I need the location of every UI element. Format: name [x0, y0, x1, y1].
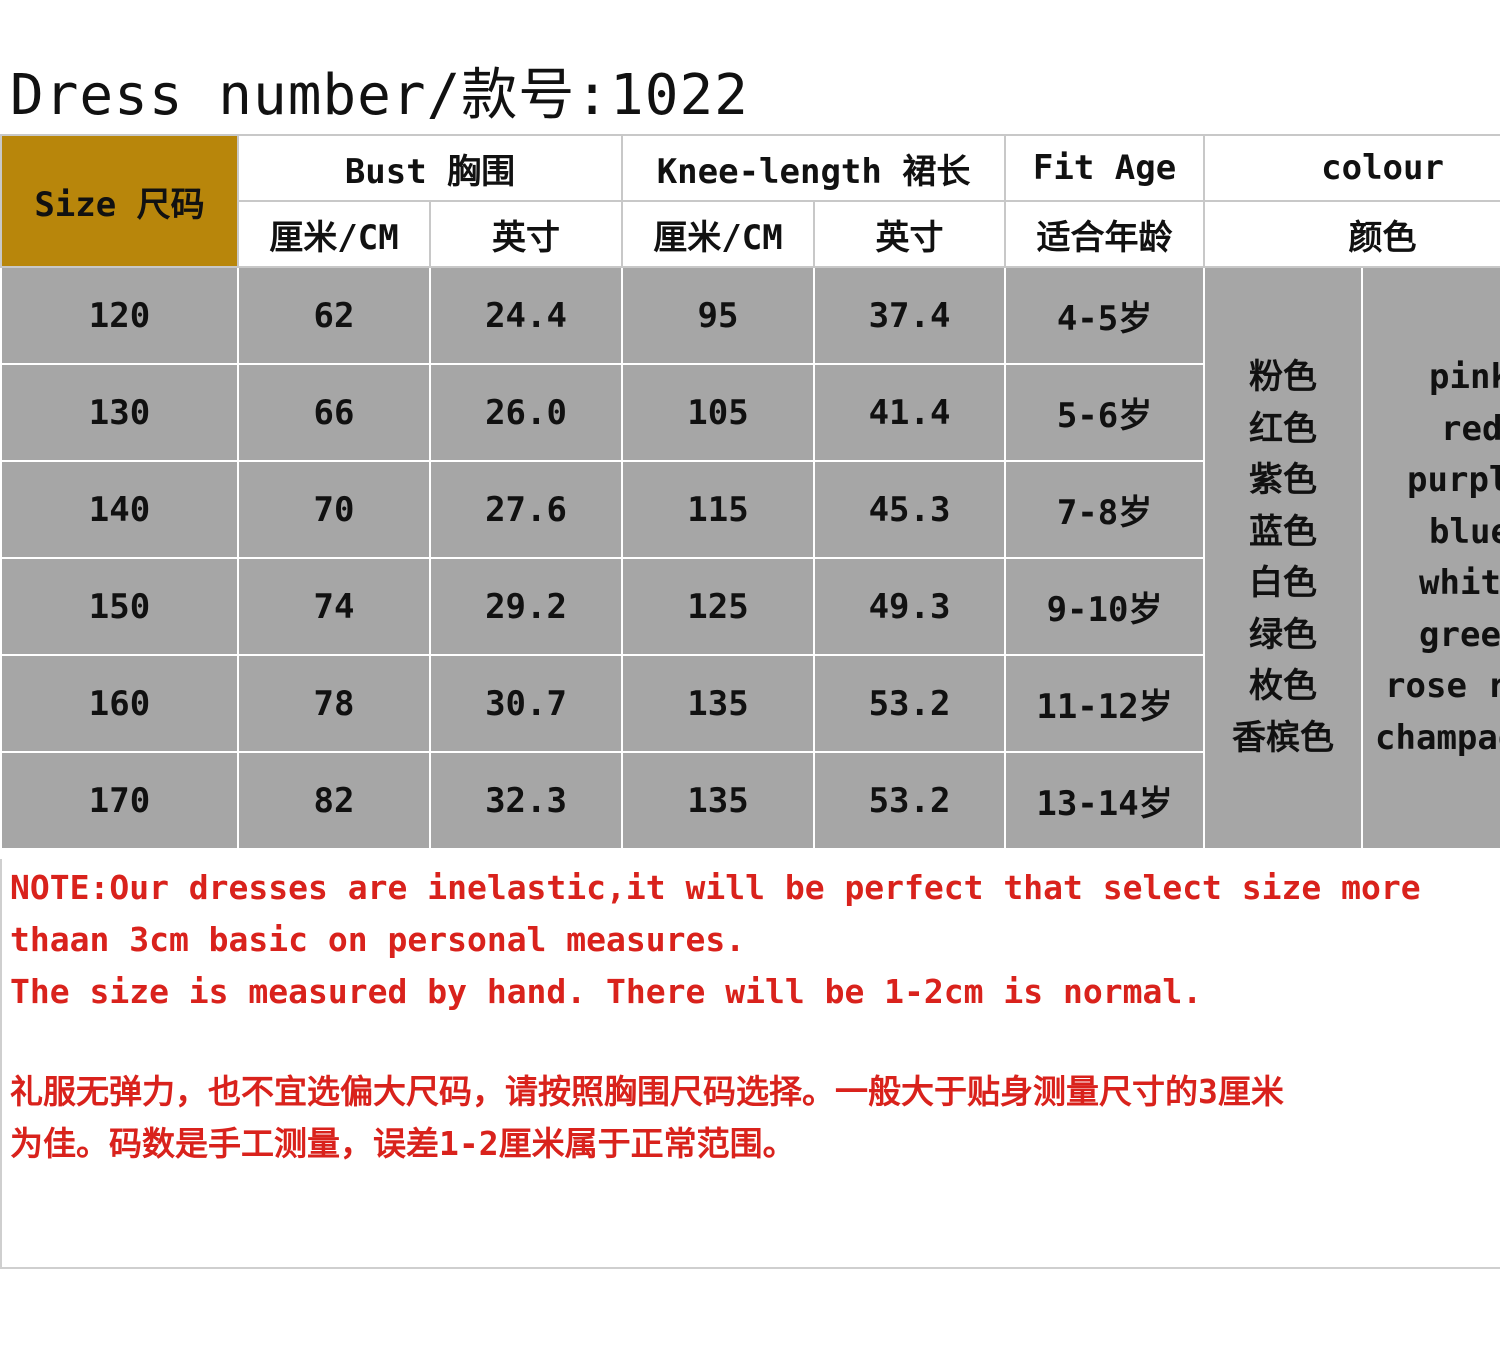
bust-inch-cell: 26.0: [428, 363, 624, 462]
bust-cm-cell: 82: [237, 751, 431, 850]
length-cm-cell: 115: [621, 460, 816, 559]
size-column-header: Size 尺码: [0, 134, 239, 268]
size-cell: 130: [0, 363, 239, 462]
length-cm-cell: 135: [621, 751, 816, 850]
bust-cm-subheader: 厘米/CM: [237, 200, 431, 268]
fit-age-header: Fit Age: [1004, 134, 1206, 202]
fit-age-cell: 5-6岁: [1004, 363, 1206, 462]
length-inch-cell: 53.2: [813, 751, 1007, 850]
length-inch-cell: 45.3: [813, 460, 1007, 559]
fit-age-cell: 13-14岁: [1004, 751, 1206, 850]
note-line-4-cn: 礼服无弹力，也不宜选偏大尺码，请按照胸围尺码选择。一般大于贴身测量尺寸的3厘米: [10, 1072, 1284, 1111]
length-inch-cell: 41.4: [813, 363, 1007, 462]
fit-age-cell: 9-10岁: [1004, 557, 1206, 656]
bust-cm-cell: 70: [237, 460, 431, 559]
fit-age-cell: 11-12岁: [1004, 654, 1206, 753]
fit-age-cn-subheader: 适合年龄: [1004, 200, 1206, 268]
fit-age-cell: 7-8岁: [1004, 460, 1206, 559]
size-cell: 150: [0, 557, 239, 656]
colour-cn-subheader: 颜色: [1203, 200, 1500, 268]
colour-cn-item: 紫色: [1249, 460, 1318, 500]
colour-cn-item: 白色: [1249, 563, 1318, 603]
colour-en-list: pink red purple blue white green rose re…: [1361, 266, 1500, 850]
colour-en-item: champagne: [1375, 717, 1500, 758]
colour-cn-item: 红色: [1249, 408, 1318, 449]
knee-length-header: Knee-length 裙长: [621, 134, 1007, 202]
header-row-1: Size 尺码 Bust 胸围 Knee-length 裙长 Fit Age c…: [0, 134, 1500, 268]
length-inch-cell: 53.2: [813, 654, 1007, 753]
colour-en-item: red: [1441, 408, 1500, 449]
bust-inch-cell: 24.4: [428, 266, 624, 365]
colour-cn-item: 粉色: [1249, 357, 1318, 397]
colour-en-item: pink: [1429, 357, 1500, 397]
size-cell: 120: [0, 266, 239, 365]
colour-en-item: rose red: [1385, 666, 1500, 706]
colour-en-item: blue: [1429, 511, 1500, 552]
colour-header: colour: [1203, 134, 1500, 202]
fit-age-cell: 4-5岁: [1004, 266, 1206, 365]
colour-cn-item: 绿色: [1249, 614, 1318, 655]
colour-cn-list: 粉色 红色 紫色 蓝色 白色 绿色 枚色 香槟色: [1203, 266, 1364, 850]
size-cell: 170: [0, 751, 239, 850]
table-row: 120 62 24.4 95 37.4 4-5岁 粉色 红色 紫色 蓝色 白色 …: [0, 266, 1500, 850]
bust-inch-cell: 27.6: [428, 460, 624, 559]
note-line-5-cn: 为佳。码数是手工测量，误差1-2厘米属于正常范围。: [10, 1124, 796, 1163]
colour-en-item: purple: [1407, 460, 1500, 500]
length-inch-cell: 49.3: [813, 557, 1007, 656]
length-inch-subheader: 英寸: [813, 200, 1007, 268]
colour-cn-item: 香槟色: [1232, 717, 1335, 758]
bust-inch-cell: 29.2: [428, 557, 624, 656]
bust-inch-cell: 30.7: [428, 654, 624, 753]
length-cm-cell: 95: [621, 266, 816, 365]
note-line-2: thaan 3cm basic on personal measures.: [10, 920, 746, 959]
bust-inch-cell: 32.3: [428, 751, 624, 850]
length-inch-cell: 37.4: [813, 266, 1007, 365]
bust-cm-cell: 74: [237, 557, 431, 656]
size-chart-table: Size 尺码 Bust 胸围 Knee-length 裙长 Fit Age c…: [0, 134, 1500, 850]
bust-cm-cell: 78: [237, 654, 431, 753]
colour-cn-item: 枚色: [1249, 666, 1318, 706]
note-line-3: The size is measured by hand. There will…: [10, 972, 1203, 1011]
length-cm-cell: 125: [621, 557, 816, 656]
colour-en-item: white: [1419, 563, 1500, 603]
bust-cm-cell: 62: [237, 266, 431, 365]
length-cm-subheader: 厘米/CM: [621, 200, 816, 268]
bust-cm-cell: 66: [237, 363, 431, 462]
note-line-1: NOTE:Our dresses are inelastic,it will b…: [10, 868, 1421, 907]
size-cell: 160: [0, 654, 239, 753]
length-cm-cell: 105: [621, 363, 816, 462]
bust-inch-subheader: 英寸: [428, 200, 624, 268]
length-cm-cell: 135: [621, 654, 816, 753]
colour-en-item: green: [1419, 614, 1500, 655]
bust-header: Bust 胸围: [236, 134, 624, 202]
size-cell: 140: [0, 460, 239, 559]
colour-cn-item: 蓝色: [1249, 511, 1318, 552]
page-title: Dress number/款号:1022: [10, 63, 749, 128]
